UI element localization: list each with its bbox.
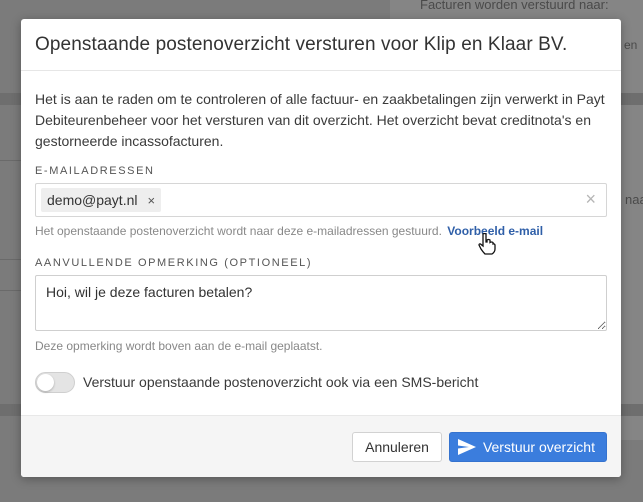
- modal-body: Het is aan te raden om te controleren of…: [21, 71, 621, 393]
- cancel-button[interactable]: Annuleren: [352, 431, 442, 462]
- modal-footer: Annuleren Verstuur overzicht: [21, 415, 621, 477]
- background-text: en: [624, 38, 638, 52]
- background-divider: [0, 160, 21, 161]
- email-help-text: Het openstaande postenoverzicht wordt na…: [35, 224, 442, 238]
- remark-help: Deze opmerking wordt boven aan de e-mail…: [35, 339, 323, 353]
- toggle-knob: [37, 373, 54, 391]
- send-icon: [457, 438, 476, 455]
- remark-label: AANVULLENDE OPMERKING (OPTIONEEL): [35, 257, 313, 269]
- modal-header: Openstaande postenoverzicht versturen vo…: [21, 19, 621, 71]
- send-overview-modal: Openstaande postenoverzicht versturen vo…: [21, 19, 621, 477]
- remark-textarea[interactable]: Hoi, wil je deze facturen betalen?: [35, 275, 607, 331]
- background-divider: [0, 259, 21, 260]
- send-overview-button[interactable]: Verstuur overzicht: [448, 431, 607, 462]
- clear-icon[interactable]: ×: [585, 189, 596, 210]
- chip-remove-icon[interactable]: ×: [147, 193, 155, 208]
- sms-toggle-row: Verstuur openstaande postenoverzicht ook…: [35, 371, 607, 393]
- modal-title: Openstaande postenoverzicht versturen vo…: [35, 34, 568, 55]
- email-chip-text: demo@payt.nl: [47, 192, 138, 208]
- hand-cursor-icon: [478, 233, 496, 255]
- email-label: E-MAILADRESSEN: [35, 165, 155, 177]
- background-text: naa: [625, 192, 643, 207]
- email-help: Het openstaande postenoverzicht wordt na…: [35, 224, 607, 238]
- sms-toggle[interactable]: [35, 371, 75, 393]
- background-divider: [0, 290, 21, 291]
- send-overview-label: Verstuur overzicht: [482, 438, 595, 455]
- email-input[interactable]: demo@payt.nl × ×: [35, 183, 607, 217]
- background-text: Facturen worden verstuurd naar:: [420, 0, 609, 12]
- email-chip: demo@payt.nl ×: [41, 188, 162, 212]
- sms-toggle-label: Verstuur openstaande postenoverzicht ook…: [83, 374, 479, 390]
- intro-text: Het is aan te raden om te controleren of…: [35, 91, 605, 149]
